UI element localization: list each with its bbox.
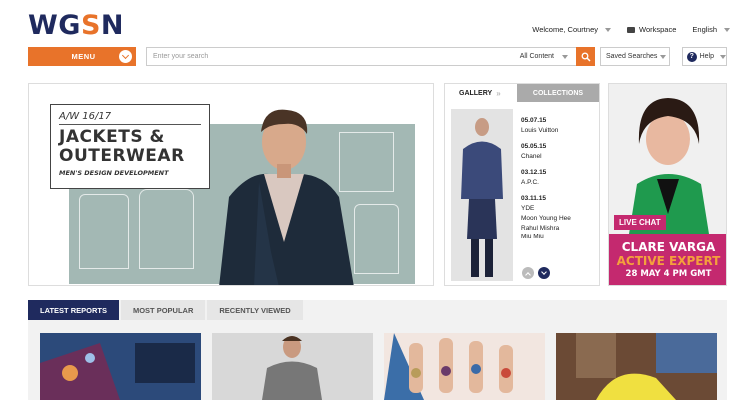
chevron-down-icon bbox=[562, 54, 568, 59]
chevron-down-icon bbox=[724, 27, 730, 32]
search-icon bbox=[581, 52, 591, 62]
gallery-designer[interactable]: Chanel bbox=[521, 152, 571, 162]
hero-banner[interactable]: A/W 16/17 JACKETS & OUTERWEAR MEN'S DESI… bbox=[28, 83, 434, 286]
gallery-designer[interactable]: Louis Vuitton bbox=[521, 126, 571, 136]
gallery-date: 05.05.15 bbox=[521, 143, 547, 150]
report-thumbnails bbox=[40, 333, 717, 400]
tab-collections[interactable]: COLLECTIONS bbox=[517, 84, 599, 102]
report-image bbox=[40, 333, 201, 400]
report-image bbox=[556, 333, 717, 400]
briefcase-icon bbox=[627, 26, 635, 33]
chevron-up-icon bbox=[525, 271, 531, 278]
expert-role: ACTIVE EXPERT bbox=[616, 254, 721, 268]
report-thumbnail[interactable] bbox=[556, 333, 717, 400]
wgsn-logo[interactable]: WGSN bbox=[28, 10, 124, 41]
workspace-link[interactable]: Workspace bbox=[627, 25, 676, 34]
language-selector[interactable]: English bbox=[692, 25, 730, 34]
chevron-down-icon bbox=[119, 50, 132, 63]
search-bar: Enter your search All Content bbox=[146, 47, 595, 66]
chevron-down-icon bbox=[720, 54, 726, 59]
tab-gallery-label: GALLERY bbox=[459, 89, 493, 97]
search-input[interactable]: Enter your search bbox=[147, 53, 520, 60]
expert-name: CLARE VARGA bbox=[621, 240, 716, 254]
saved-searches-label: Saved Searches bbox=[606, 53, 658, 60]
gallery-runway-image[interactable] bbox=[451, 109, 513, 281]
menu-button[interactable]: MENU bbox=[28, 47, 136, 66]
gallery-date: 05.07.15 bbox=[521, 117, 547, 124]
tab-collections-label: COLLECTIONS bbox=[532, 89, 584, 97]
expert-portrait-icon bbox=[609, 84, 726, 234]
gallery-designer[interactable]: Moon Young Hee bbox=[521, 214, 571, 224]
logo-text-b: N bbox=[100, 10, 125, 41]
gallery-scroll-controls bbox=[522, 267, 550, 279]
report-thumbnail[interactable] bbox=[212, 333, 373, 400]
list-item[interactable]: 05.05.15 Chanel bbox=[521, 142, 571, 162]
live-chat-label: LIVE CHAT bbox=[614, 215, 666, 230]
chat-datetime: 28 MAY 4 PM GMT bbox=[625, 269, 712, 279]
search-scope-select[interactable]: All Content bbox=[520, 53, 576, 60]
help-label: Help bbox=[699, 53, 714, 60]
hero-model-image bbox=[219, 109, 354, 285]
language-label: English bbox=[692, 25, 717, 34]
saved-searches-dropdown[interactable]: Saved Searches bbox=[600, 47, 670, 66]
gallery-list: 05.07.15 Louis Vuitton 05.05.15 Chanel 0… bbox=[521, 116, 571, 246]
chevron-down-icon bbox=[660, 54, 667, 59]
list-item[interactable]: 05.07.15 Louis Vuitton bbox=[521, 116, 571, 136]
gallery-date: 03.11.15 bbox=[521, 195, 546, 202]
scroll-up-button[interactable] bbox=[522, 267, 534, 279]
hero-title-line1: JACKETS & bbox=[59, 127, 165, 147]
chevron-down-icon bbox=[605, 27, 611, 32]
report-thumbnail[interactable] bbox=[40, 333, 201, 400]
gallery-widget: GALLERY » COLLECTIONS 05.07.15 Louis Vui… bbox=[444, 83, 600, 286]
workspace-label: Workspace bbox=[639, 25, 677, 34]
report-thumbnail[interactable] bbox=[384, 333, 545, 400]
hero-title-box: A/W 16/17 JACKETS & OUTERWEAR MEN'S DESI… bbox=[50, 104, 210, 189]
hero-title-line2: OUTERWEAR bbox=[59, 146, 185, 166]
help-button[interactable]: ? Help bbox=[682, 47, 727, 66]
chevron-down-icon bbox=[541, 269, 547, 275]
welcome-text: Welcome, Courtney bbox=[532, 25, 598, 34]
tab-latest-reports[interactable]: LATEST REPORTS bbox=[28, 300, 119, 320]
top-links: Welcome, Courtney Workspace English bbox=[532, 25, 730, 34]
report-image bbox=[384, 333, 545, 400]
list-item[interactable]: 03.12.15 A.P.C. bbox=[521, 168, 571, 188]
search-button[interactable] bbox=[576, 47, 595, 66]
report-image bbox=[212, 333, 373, 400]
expert-photo bbox=[609, 84, 726, 234]
tab-gallery[interactable]: GALLERY » bbox=[445, 84, 517, 102]
logo-text-a: WG bbox=[28, 10, 81, 41]
live-chat-promo[interactable]: LIVE CHAT CLARE VARGA ACTIVE EXPERT 28 M… bbox=[608, 83, 727, 286]
hero-subtitle: MEN'S DESIGN DEVELOPMENT bbox=[59, 169, 169, 177]
help-icon: ? bbox=[687, 51, 697, 62]
logo-text-s: S bbox=[80, 10, 101, 41]
runway-model-icon bbox=[451, 109, 513, 281]
list-item[interactable]: 03.11.15 YDE Moon Young Hee Rahul Mishra… bbox=[521, 194, 571, 240]
gallery-designer[interactable]: A.P.C. bbox=[521, 178, 571, 188]
search-scope-label: All Content bbox=[519, 53, 554, 60]
tab-most-popular[interactable]: MOST POPULAR bbox=[120, 300, 206, 320]
expert-band: CLARE VARGA ACTIVE EXPERT 28 MAY 4 PM GM… bbox=[609, 234, 726, 285]
gallery-designer[interactable]: Rahul Mishra bbox=[521, 224, 571, 234]
gallery-date: 03.12.15 bbox=[521, 169, 547, 176]
double-chevron-right-icon: » bbox=[496, 88, 501, 98]
menu-label: MENU bbox=[71, 52, 96, 61]
tab-recently-viewed[interactable]: RECENTLY VIEWED bbox=[207, 300, 303, 320]
scroll-down-button[interactable] bbox=[538, 267, 550, 279]
gallery-designer[interactable]: YDE bbox=[521, 204, 571, 214]
account-menu[interactable]: Welcome, Courtney bbox=[532, 25, 611, 34]
gallery-designer[interactable]: Miu Miu bbox=[521, 234, 571, 240]
hero-season: A/W 16/17 bbox=[59, 111, 201, 125]
